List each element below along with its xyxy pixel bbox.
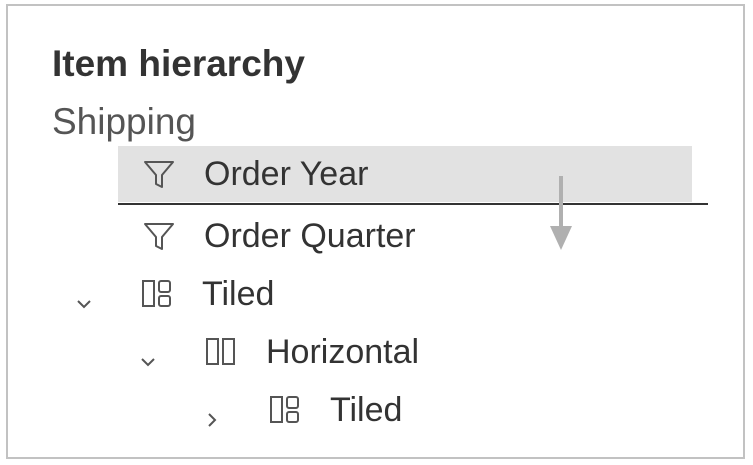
drop-indicator-line	[118, 203, 708, 205]
tree-item-label: Horizontal	[266, 333, 420, 371]
filter-icon	[142, 157, 176, 191]
tree-item-horizontal[interactable]: Horizontal	[132, 324, 692, 380]
item-hierarchy-panel: Item hierarchy Shipping Order Year Order…	[6, 4, 745, 459]
chevron-down-icon[interactable]	[138, 342, 158, 367]
tree-item-label: Tiled	[202, 275, 275, 313]
tree-item-label: Order Year	[204, 155, 369, 193]
tiled-layout-icon	[268, 393, 302, 427]
horizontal-layout-icon	[204, 335, 238, 369]
panel-title: Item hierarchy	[52, 43, 305, 84]
chevron-right-icon[interactable]	[202, 400, 222, 427]
filter-icon	[142, 219, 176, 253]
tree-item-tiled-nested[interactable]: Tiled	[202, 382, 692, 438]
tree-item-order-year[interactable]: Order Year	[118, 146, 692, 202]
tree-item-label: Order Quarter	[204, 217, 416, 255]
chevron-down-icon[interactable]	[74, 284, 94, 309]
tree-item-order-quarter[interactable]: Order Quarter	[118, 208, 692, 264]
tree-item-tiled[interactable]: Tiled	[68, 266, 692, 322]
tree-item-label: Tiled	[330, 391, 403, 429]
tiled-layout-icon	[140, 277, 174, 311]
dashboard-name: Shipping	[52, 101, 197, 142]
